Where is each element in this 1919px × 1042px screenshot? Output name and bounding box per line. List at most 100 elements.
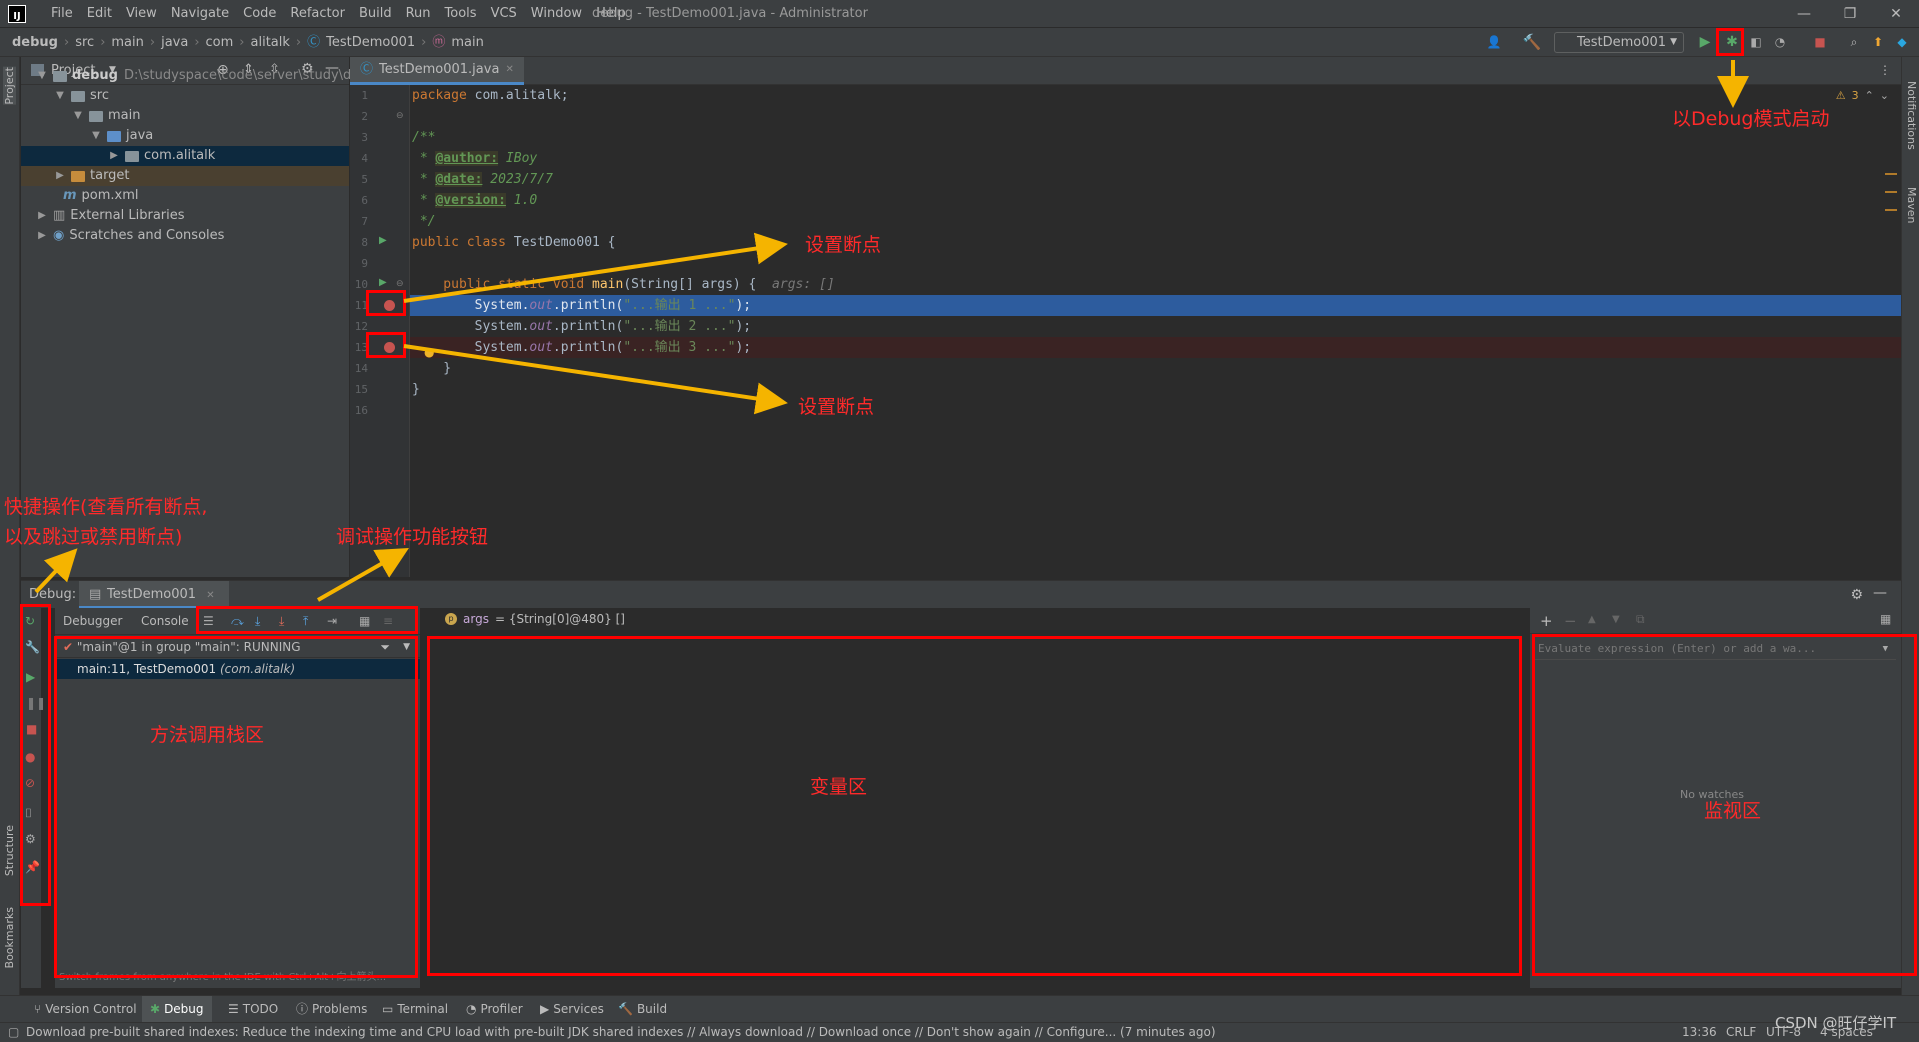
pin-icon[interactable]: 📌 <box>25 860 40 874</box>
mute-breakpoints-icon[interactable]: ⊘ <box>25 776 35 790</box>
coverage-icon[interactable]: ◧ <box>1748 34 1764 50</box>
tool-version-control[interactable]: ⑂ Version Control <box>34 996 137 1022</box>
tree-item-external-libraries[interactable]: ▶ ▥ External Libraries <box>37 206 184 226</box>
status-message[interactable]: Download pre-built shared indexes: Reduc… <box>26 1023 1216 1042</box>
trace-icon[interactable]: ≡ <box>383 608 393 634</box>
chevron-down-icon[interactable]: ▼ <box>403 636 410 658</box>
search-icon[interactable]: ⌕ <box>1846 34 1862 50</box>
move-down-icon[interactable]: ▼ <box>1612 614 1620 625</box>
chevron-down-icon[interactable]: ⌄ <box>1880 89 1889 102</box>
hide-icon[interactable]: — <box>1873 585 1887 601</box>
tree-item-java[interactable]: ▼ java <box>91 126 153 146</box>
menu-refactor[interactable]: Refactor <box>283 0 352 28</box>
gear-icon[interactable]: ⚙ <box>25 832 36 846</box>
tool-todo[interactable]: ☰ TODO <box>228 996 278 1022</box>
structure-tool-tab[interactable]: Structure <box>3 825 16 876</box>
tool-build[interactable]: 🔨 Build <box>618 996 667 1022</box>
breadcrumb-alitalk[interactable]: alitalk <box>251 28 290 57</box>
caret-position[interactable]: 13:36 <box>1682 1023 1717 1042</box>
tree-item-debug[interactable]: ▼ debug D:\studyspace\code\server\study\… <box>37 66 384 86</box>
tree-item-pom[interactable]: m pom.xml <box>63 186 139 206</box>
build-hammer-icon[interactable]: 🔨 <box>1523 33 1542 51</box>
debug-session-tab[interactable]: ▤ TestDemo001 ✕ <box>79 581 229 609</box>
update-icon[interactable]: ⬆ <box>1870 34 1886 50</box>
force-step-into-icon[interactable]: ⤓ <box>279 608 284 634</box>
tool-debug[interactable]: ✱ Debug <box>142 996 212 1022</box>
evaluate-icon[interactable]: ▦ <box>359 608 370 634</box>
user-icon[interactable]: 👤 <box>1486 34 1502 50</box>
breakpoint-icon[interactable] <box>384 342 395 353</box>
close-icon[interactable]: ✕ <box>505 56 513 83</box>
menu-vcs[interactable]: VCS <box>484 0 524 28</box>
inspection-widget[interactable]: ⚠ 3 ⌃ ⌄ <box>1836 89 1889 102</box>
thread-selector[interactable]: ✔ "main"@1 in group "main": RUNNING ⏷ ▼ <box>55 636 420 658</box>
breakpoint-icon[interactable] <box>384 300 395 311</box>
pause-icon[interactable]: ❚❚ <box>26 696 46 710</box>
step-into-icon[interactable]: ⤓ <box>255 608 260 634</box>
breadcrumb-method[interactable]: main <box>451 28 483 57</box>
menu-edit[interactable]: Edit <box>80 0 119 28</box>
chevron-down-icon[interactable]: ▼ <box>1883 638 1888 660</box>
line-separator[interactable]: CRLF <box>1726 1023 1756 1042</box>
breadcrumb-com[interactable]: com <box>206 28 234 57</box>
tab-console[interactable]: Console <box>141 608 189 634</box>
tab-testdemo001-java[interactable]: Ⓒ TestDemo001.java ✕ <box>350 57 524 85</box>
view-breakpoints-icon[interactable]: ● <box>25 750 35 764</box>
fold-icon[interactable]: ⊖ <box>396 111 404 121</box>
tree-item-main[interactable]: ▼ main <box>73 106 140 126</box>
camera-icon[interactable]: ⌷ <box>25 806 32 821</box>
code-editor[interactable]: 1 2 3 4 5 6 7 8 9 10 11 12 13 14 15 16 ▶… <box>350 85 1901 577</box>
move-up-icon[interactable]: ▲ <box>1588 614 1596 625</box>
tree-item-package[interactable]: ▶ com.alitalk <box>21 146 349 166</box>
fold-icon[interactable]: ⊖ <box>396 279 404 289</box>
profile-icon[interactable]: ◔ <box>1772 34 1788 50</box>
breadcrumb-debug[interactable]: debug <box>12 28 58 57</box>
project-tool-tab[interactable]: Project <box>3 67 16 105</box>
run-to-cursor-icon[interactable]: ⇥ <box>327 608 337 634</box>
menu-tools[interactable]: Tools <box>438 0 484 28</box>
step-over-icon[interactable]: ⤼ <box>231 608 244 634</box>
step-out-icon[interactable]: ⤒ <box>303 608 308 634</box>
tree-item-target[interactable]: ▶ target <box>21 166 349 186</box>
resume-icon[interactable]: ▶ <box>26 670 35 684</box>
menu-window[interactable]: Window <box>524 0 589 28</box>
breadcrumb-class[interactable]: TestDemo001 <box>326 28 415 57</box>
jetbrains-icon[interactable]: ◆ <box>1894 34 1910 50</box>
run-gutter-icon[interactable]: ▶ <box>379 277 387 288</box>
minimize-icon[interactable]: — <box>1781 0 1827 28</box>
menu-build[interactable]: Build <box>352 0 399 28</box>
breadcrumb-main[interactable]: main <box>111 28 143 57</box>
show-execution-point-icon[interactable]: ☰ <box>203 608 214 634</box>
run-gutter-icon[interactable]: ▶ <box>379 235 387 246</box>
tool-profiler[interactable]: ◔ Profiler <box>466 996 523 1022</box>
filter-icon[interactable]: ⏷ <box>380 636 390 658</box>
run-config-select[interactable]: TestDemo001 ▼ <box>1554 32 1684 53</box>
remove-watch-icon[interactable]: − <box>1564 612 1577 630</box>
variable-row[interactable]: p args = {String[0]@480} [] <box>445 612 625 626</box>
stop-icon[interactable]: ■ <box>26 722 37 736</box>
layout-icon[interactable]: ▦ <box>1880 612 1891 626</box>
tool-terminal[interactable]: ▭ Terminal <box>382 996 448 1022</box>
gear-icon[interactable]: ⚙ <box>1850 587 1863 603</box>
debug-bug-icon[interactable]: ✱ <box>1724 34 1740 50</box>
add-watch-icon[interactable]: + <box>1540 612 1553 630</box>
tree-item-scratches[interactable]: ▶ ◉ Scratches and Consoles <box>37 226 224 246</box>
chevron-up-icon[interactable]: ⌃ <box>1865 89 1874 102</box>
menu-view[interactable]: View <box>119 0 164 28</box>
frame-row[interactable]: main:11, TestDemo001 (com.alitalk) <box>55 659 420 679</box>
copy-icon[interactable]: ⧉ <box>1636 612 1645 627</box>
breadcrumb-src[interactable]: src <box>75 28 94 57</box>
menu-run[interactable]: Run <box>399 0 438 28</box>
stop-icon[interactable]: ■ <box>1812 34 1828 50</box>
maven-tool-tab[interactable]: Maven <box>1905 187 1918 223</box>
breadcrumb-java[interactable]: java <box>161 28 188 57</box>
tree-item-src[interactable]: ▼ src <box>55 86 109 106</box>
editor-gutter[interactable]: 1 2 3 4 5 6 7 8 9 10 11 12 13 14 15 16 ▶… <box>350 85 410 577</box>
tool-services[interactable]: ▶ Services <box>540 996 604 1022</box>
rerun-icon[interactable]: ↻ <box>25 614 35 628</box>
notifications-tool-tab[interactable]: Notifications <box>1905 81 1918 150</box>
bookmarks-tool-tab[interactable]: Bookmarks <box>3 907 16 968</box>
menu-code[interactable]: Code <box>236 0 283 28</box>
settings-wrench-icon[interactable]: 🔧 <box>25 640 40 654</box>
restore-icon[interactable]: ❐ <box>1827 0 1873 28</box>
